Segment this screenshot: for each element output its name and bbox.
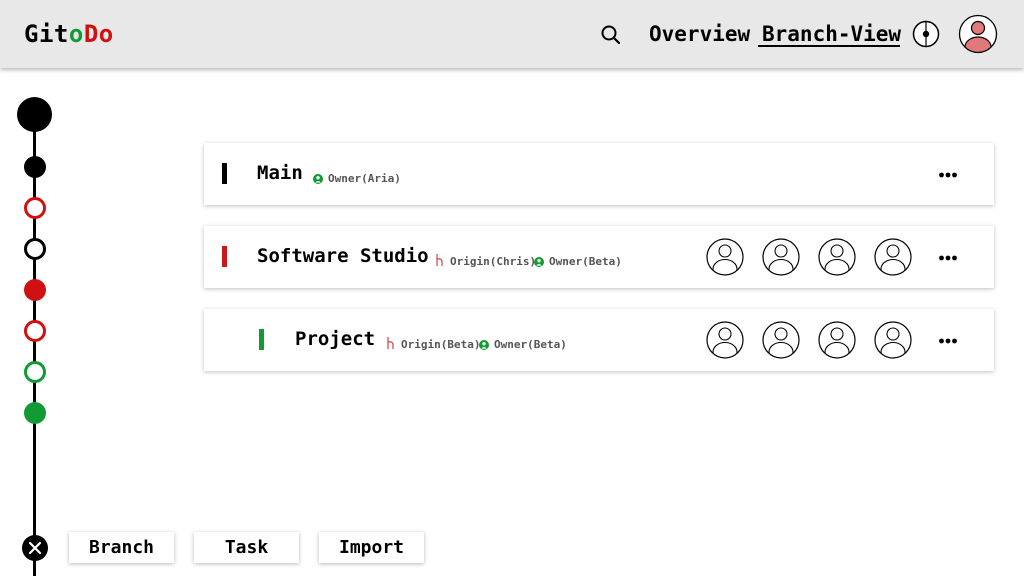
owner-tag: Owner(Aria): [328, 172, 401, 185]
more-icon[interactable]: [938, 171, 958, 179]
member-avatar-icon[interactable]: [874, 238, 912, 276]
logo-part-git: Git: [24, 20, 69, 48]
branch-button[interactable]: Branch: [69, 532, 174, 563]
origin-icon: [436, 254, 443, 266]
timeline-node[interactable]: [24, 238, 46, 260]
member-avatar-icon[interactable]: [818, 321, 856, 359]
timeline-line: [33, 110, 36, 576]
member-avatar-icon[interactable]: [762, 238, 800, 276]
member-avatar-icon[interactable]: [762, 321, 800, 359]
branch-title: Main: [257, 162, 303, 184]
member-avatar-icon[interactable]: [818, 238, 856, 276]
app-logo[interactable]: GitoDo: [24, 20, 114, 48]
user-avatar-icon[interactable]: [958, 14, 998, 54]
import-button[interactable]: Import: [319, 532, 424, 563]
branch-card-software-studio[interactable]: Software Studio Origin(Chris) Owner(Beta…: [204, 226, 994, 288]
branch-title: Software Studio: [257, 245, 429, 267]
task-button[interactable]: Task: [194, 532, 299, 563]
owner-icon: [479, 340, 489, 350]
timeline-node[interactable]: [24, 156, 46, 178]
nav-overview[interactable]: Overview: [649, 22, 750, 46]
timeline-node[interactable]: [24, 361, 46, 383]
logo-part-o-green: o: [68, 20, 84, 48]
branch-title: Project: [295, 328, 376, 350]
origin-tag: Origin(Beta): [401, 338, 481, 351]
logo-part-o-red: o: [98, 20, 114, 48]
search-icon[interactable]: [599, 23, 623, 47]
member-avatar-icon[interactable]: [706, 238, 744, 276]
owner-icon: [534, 257, 544, 267]
active-nav-underline: [758, 45, 900, 47]
timeline-node[interactable]: [24, 402, 46, 424]
branch-color-bar: [222, 163, 227, 184]
logo-part-d: D: [83, 20, 99, 48]
branch-card-project[interactable]: Project Origin(Beta) Owner(Beta): [204, 309, 994, 371]
member-avatar-icon[interactable]: [706, 321, 744, 359]
more-icon[interactable]: [938, 337, 958, 345]
top-header: GitoDo Overview Branch-View: [0, 0, 1024, 68]
origin-tag: Origin(Chris): [450, 255, 537, 268]
more-icon[interactable]: [938, 254, 958, 262]
timeline-node[interactable]: [24, 320, 46, 342]
owner-icon: [313, 174, 323, 184]
timeline-node[interactable]: [24, 279, 46, 301]
owner-tag: Owner(Beta): [494, 338, 567, 351]
branch-color-bar: [222, 246, 227, 267]
timeline-node[interactable]: [24, 197, 46, 219]
branch-card-main[interactable]: Main Owner(Aria): [204, 143, 994, 205]
close-icon[interactable]: [22, 535, 48, 561]
owner-tag: Owner(Beta): [549, 255, 622, 268]
branch-color-bar: [259, 329, 264, 350]
timeline-node-root[interactable]: [17, 97, 52, 132]
origin-icon: [387, 337, 394, 349]
nav-branch-view[interactable]: Branch-View: [762, 22, 901, 46]
compass-icon[interactable]: [912, 20, 940, 48]
member-avatar-icon[interactable]: [874, 321, 912, 359]
